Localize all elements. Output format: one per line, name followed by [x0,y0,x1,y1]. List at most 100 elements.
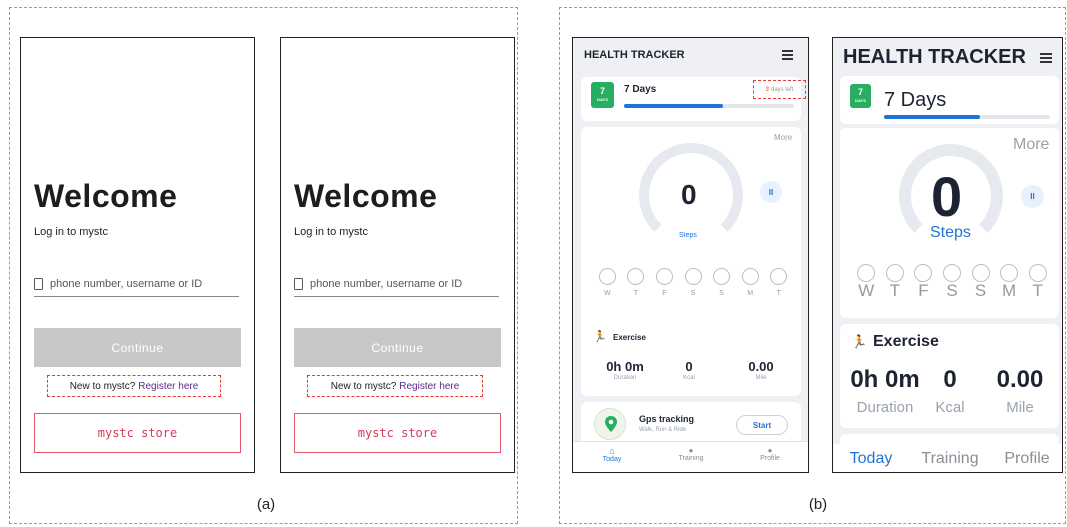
day-letter: W [858,281,875,300]
map-pin-icon [594,408,626,440]
day-letter: M [747,290,754,297]
challenge-progress-fill [624,104,723,108]
mile-label: Mile [1006,399,1034,416]
more-link[interactable]: More [1013,136,1049,154]
day-progress-circle [598,268,616,285]
register-link[interactable]: Register here [138,381,198,392]
tracker-screen-large: HEALTH TRACKER 7 DAYS 7 Days More 0 Steps… [832,37,1063,473]
exercise-title: Exercise [613,333,646,342]
day-progress-circle [943,264,961,282]
mile-label: Mile [755,375,767,381]
register-prompt: New to mystc? Register here [307,375,483,397]
gps-title: Gps tracking [639,414,695,424]
menu-icon[interactable] [1040,53,1052,63]
duration-label: Duration [613,375,637,381]
days-label: 7 Days [624,84,657,95]
challenge-card[interactable]: 7 DAYS 7 Days 3 days left [581,77,806,121]
tab-profile[interactable]: Profile [996,450,1058,468]
register-prefix: New to mystc? [330,380,397,392]
day-progress-circle [914,264,933,282]
register-prefix: New to mystc? [69,380,136,392]
day-progress-circle [857,264,876,282]
menu-icon[interactable] [782,50,793,60]
tab-today[interactable]: Today [841,450,901,468]
exercise-card: 🏃 Exercise 0h 0m Duration 0 Kcal 0.00 Mi… [581,320,801,396]
steps-value: 0 [681,179,697,210]
person-icon: ● [767,446,773,455]
day-letter: F [662,290,667,297]
pause-button[interactable]: II [1021,185,1044,208]
steps-label: Steps [679,232,697,239]
kcal-value: 0 [943,366,957,393]
day-letter: S [719,290,724,297]
day-letter: F [918,281,929,300]
login-screen-1: Welcome Log in to mystc phone number, us… [20,37,255,473]
kcal-label: Kcal [683,375,695,381]
caption-b: (b) [808,496,828,513]
day-letter: M [1002,281,1017,300]
exercise-title: Exercise [873,333,939,350]
store-button[interactable]: mystc store [294,413,501,453]
start-button[interactable]: Start [736,415,788,435]
exercise-card: 🏃 Exercise 0h 0m Duration 0 Kcal 0.00 Mi… [840,324,1059,428]
tab-bar: ⌂ Today ● Training ● Profile [573,441,808,472]
days-badge-icon: 7 DAYS [591,82,614,108]
duration-label: Duration [856,399,914,416]
challenge-card[interactable]: 7 DAYS 7 Days [840,76,1059,124]
store-button[interactable]: mystc store [34,413,241,453]
home-icon: ⌂ [609,446,615,456]
tab-bar: Today Training Profile [833,444,1062,472]
tab-profile[interactable]: ● Profile [745,446,795,462]
day-progress-circle [684,268,702,285]
days-badge-icon: 7 DAYS [850,84,871,108]
day-letter: T [889,281,901,300]
duration-value: 0h 0m [606,359,644,374]
day-progress-circle [1028,264,1047,282]
phone-icon [294,277,303,290]
login-subtitle: Log in to mystc [294,226,368,238]
flame-icon: ● [688,446,694,455]
register-prompt: New to mystc? Register here [47,375,221,397]
register-link[interactable]: Register here [399,381,459,392]
day-progress-circle [971,264,990,282]
username-placeholder: phone number, username or ID [50,277,203,290]
tab-today[interactable]: ⌂ Today [587,446,637,463]
challenge-progress-fill [884,115,981,119]
steps-label: Steps [930,224,971,241]
week-day-row: WTFSSMT [852,264,1052,308]
login-screen-2: Welcome Log in to mystc phone number, us… [280,37,515,473]
running-icon: 🏃 [593,331,607,343]
username-field[interactable]: phone number, username or ID [294,271,499,297]
steps-card: More 0 Steps II WTFSSMT [840,128,1059,318]
app-title: HEALTH TRACKER [843,46,1026,68]
day-letter: S [946,281,958,300]
days-left-indicator: 3 days left [753,80,806,99]
day-progress-circle [770,268,788,285]
day-letter: S [974,281,987,300]
day-letter: T [633,290,638,297]
pause-button[interactable]: II [760,181,782,203]
tab-training[interactable]: Training [915,450,985,468]
continue-button[interactable]: Continue [294,328,501,367]
challenge-progress-bar [624,104,794,108]
username-placeholder: phone number, username or ID [310,277,463,290]
more-link[interactable]: More [774,133,792,142]
steps-card: More 0 Steps II WTFSSMT [581,127,801,348]
mile-value: 0.00 [996,366,1044,393]
username-field[interactable]: phone number, username or ID [34,271,239,297]
app-title: HEALTH TRACKER [584,49,685,61]
mile-value: 0.00 [748,359,774,374]
kcal-value: 0 [685,359,693,374]
day-letter: W [603,290,611,297]
running-icon: 🏃 [851,334,868,349]
phone-icon [34,277,43,290]
tab-training[interactable]: ● Training [666,446,716,462]
continue-button[interactable]: Continue [34,328,241,367]
welcome-title: Welcome [34,178,178,214]
day-letter: S [690,290,696,297]
tracker-screen-small: HEALTH TRACKER 7 DAYS 7 Days 3 days left M… [572,37,809,473]
day-progress-circle [655,268,673,285]
caption-a: (a) [256,496,276,513]
day-progress-circle [627,268,645,285]
day-progress-circle [713,268,731,285]
